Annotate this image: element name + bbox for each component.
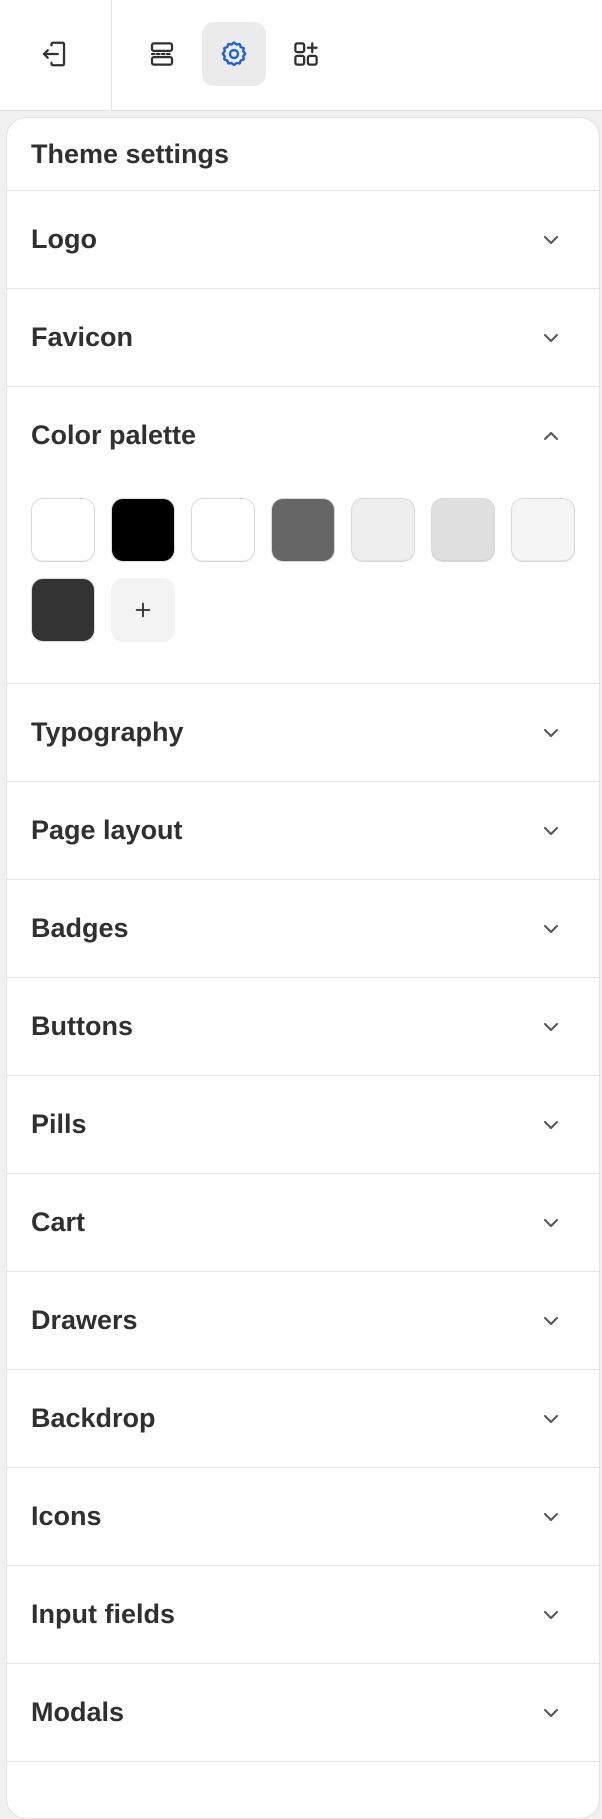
section-toggle[interactable] [539,1211,563,1235]
section-favicon: Favicon [7,289,599,387]
section-modals: Modals [7,1664,599,1762]
section-header-favicon[interactable]: Favicon [7,289,599,386]
color-swatch[interactable] [271,498,335,562]
color-swatch[interactable] [351,498,415,562]
section-buttons: Buttons [7,978,599,1076]
settings-sections-list: Logo Favicon Color palette Typography Page l… [7,191,599,1762]
section-header-input-fields[interactable]: Input fields [7,1566,599,1663]
chevron-down-icon[interactable] [539,1309,563,1333]
section-label: Drawers [31,1305,138,1335]
section-header-icons[interactable]: Icons [7,1468,599,1565]
exit-button[interactable] [22,22,86,86]
section-header-pills[interactable]: Pills [7,1076,599,1173]
apps-button[interactable] [274,22,338,86]
chevron-up-icon[interactable] [539,424,563,448]
section-header-modals[interactable]: Modals [7,1664,599,1761]
chevron-down-icon[interactable] [539,1701,563,1725]
color-palette-body [7,484,599,683]
section-toggle[interactable] [539,1407,563,1431]
section-toggle[interactable] [539,1701,563,1725]
section-label: Input fields [31,1599,175,1629]
chevron-down-icon[interactable] [539,1015,563,1039]
section-header-drawers[interactable]: Drawers [7,1272,599,1369]
chevron-down-icon[interactable] [539,1505,563,1529]
section-label: Color palette [31,420,197,450]
section-header-backdrop[interactable]: Backdrop [7,1370,599,1467]
section-toggle[interactable] [539,1603,563,1627]
theme-settings-button[interactable] [202,22,266,86]
section-cart: Cart [7,1174,599,1272]
section-header-cart[interactable]: Cart [7,1174,599,1271]
section-label: Backdrop [31,1403,156,1433]
section-badges: Badges [7,880,599,978]
chevron-down-icon[interactable] [539,1603,563,1627]
chevron-down-icon[interactable] [539,721,563,745]
chevron-down-icon[interactable] [539,1113,563,1137]
section-header-buttons[interactable]: Buttons [7,978,599,1075]
section-toggle[interactable] [539,1015,563,1039]
exit-icon [42,41,66,67]
section-backdrop: Backdrop [7,1370,599,1468]
section-label: Icons [31,1501,102,1531]
section-toggle[interactable] [539,326,563,350]
chevron-down-icon[interactable] [539,326,563,350]
sections-icon [150,42,174,66]
add-color-button[interactable] [111,578,175,642]
section-label: Badges [31,913,129,943]
color-swatch[interactable] [191,498,255,562]
chevron-down-icon[interactable] [539,819,563,843]
section-label: Typography [31,717,184,747]
section-page-layout: Page layout [7,782,599,880]
section-header-typography[interactable]: Typography [7,684,599,781]
section-pills: Pills [7,1076,599,1174]
section-drawers: Drawers [7,1272,599,1370]
chevron-down-icon[interactable] [539,1407,563,1431]
color-swatch[interactable] [31,498,95,562]
panel-title: Theme settings [7,118,599,191]
color-swatch[interactable] [31,578,95,642]
section-header-badges[interactable]: Badges [7,880,599,977]
toolbar-divider [111,0,112,110]
section-label: Pills [31,1109,87,1139]
section-toggle[interactable] [539,1113,563,1137]
section-logo: Logo [7,191,599,289]
swatch-grid [31,498,575,642]
section-header-color-palette[interactable]: Color palette [7,387,599,484]
section-header-page-layout[interactable]: Page layout [7,782,599,879]
section-toggle[interactable] [539,424,563,448]
apps-add-icon [294,42,318,66]
section-toggle[interactable] [539,819,563,843]
section-label: Page layout [31,815,183,845]
section-input-fields: Input fields [7,1566,599,1664]
section-label: Favicon [31,322,134,352]
color-swatch[interactable] [431,498,495,562]
theme-settings-panel: Theme settings Logo Favicon Color palette T… [6,117,600,1819]
section-toggle[interactable] [539,721,563,745]
section-toggle[interactable] [539,1505,563,1529]
color-swatch[interactable] [511,498,575,562]
section-label: Logo [31,224,97,254]
section-toggle[interactable] [539,228,563,252]
color-swatch[interactable] [111,498,175,562]
section-toggle[interactable] [539,917,563,941]
section-label: Buttons [31,1011,133,1041]
chevron-down-icon[interactable] [539,228,563,252]
section-color-palette: Color palette [7,387,599,684]
plus-icon [135,602,151,618]
sections-button[interactable] [130,22,194,86]
chevron-down-icon[interactable] [539,1211,563,1235]
section-typography: Typography [7,684,599,782]
chevron-down-icon[interactable] [539,917,563,941]
section-toggle[interactable] [539,1309,563,1333]
section-label: Modals [31,1697,125,1727]
section-header-logo[interactable]: Logo [7,191,599,288]
section-icons: Icons [7,1468,599,1566]
section-label: Cart [31,1207,86,1237]
top-toolbar [0,0,602,111]
gear-icon [221,41,247,67]
